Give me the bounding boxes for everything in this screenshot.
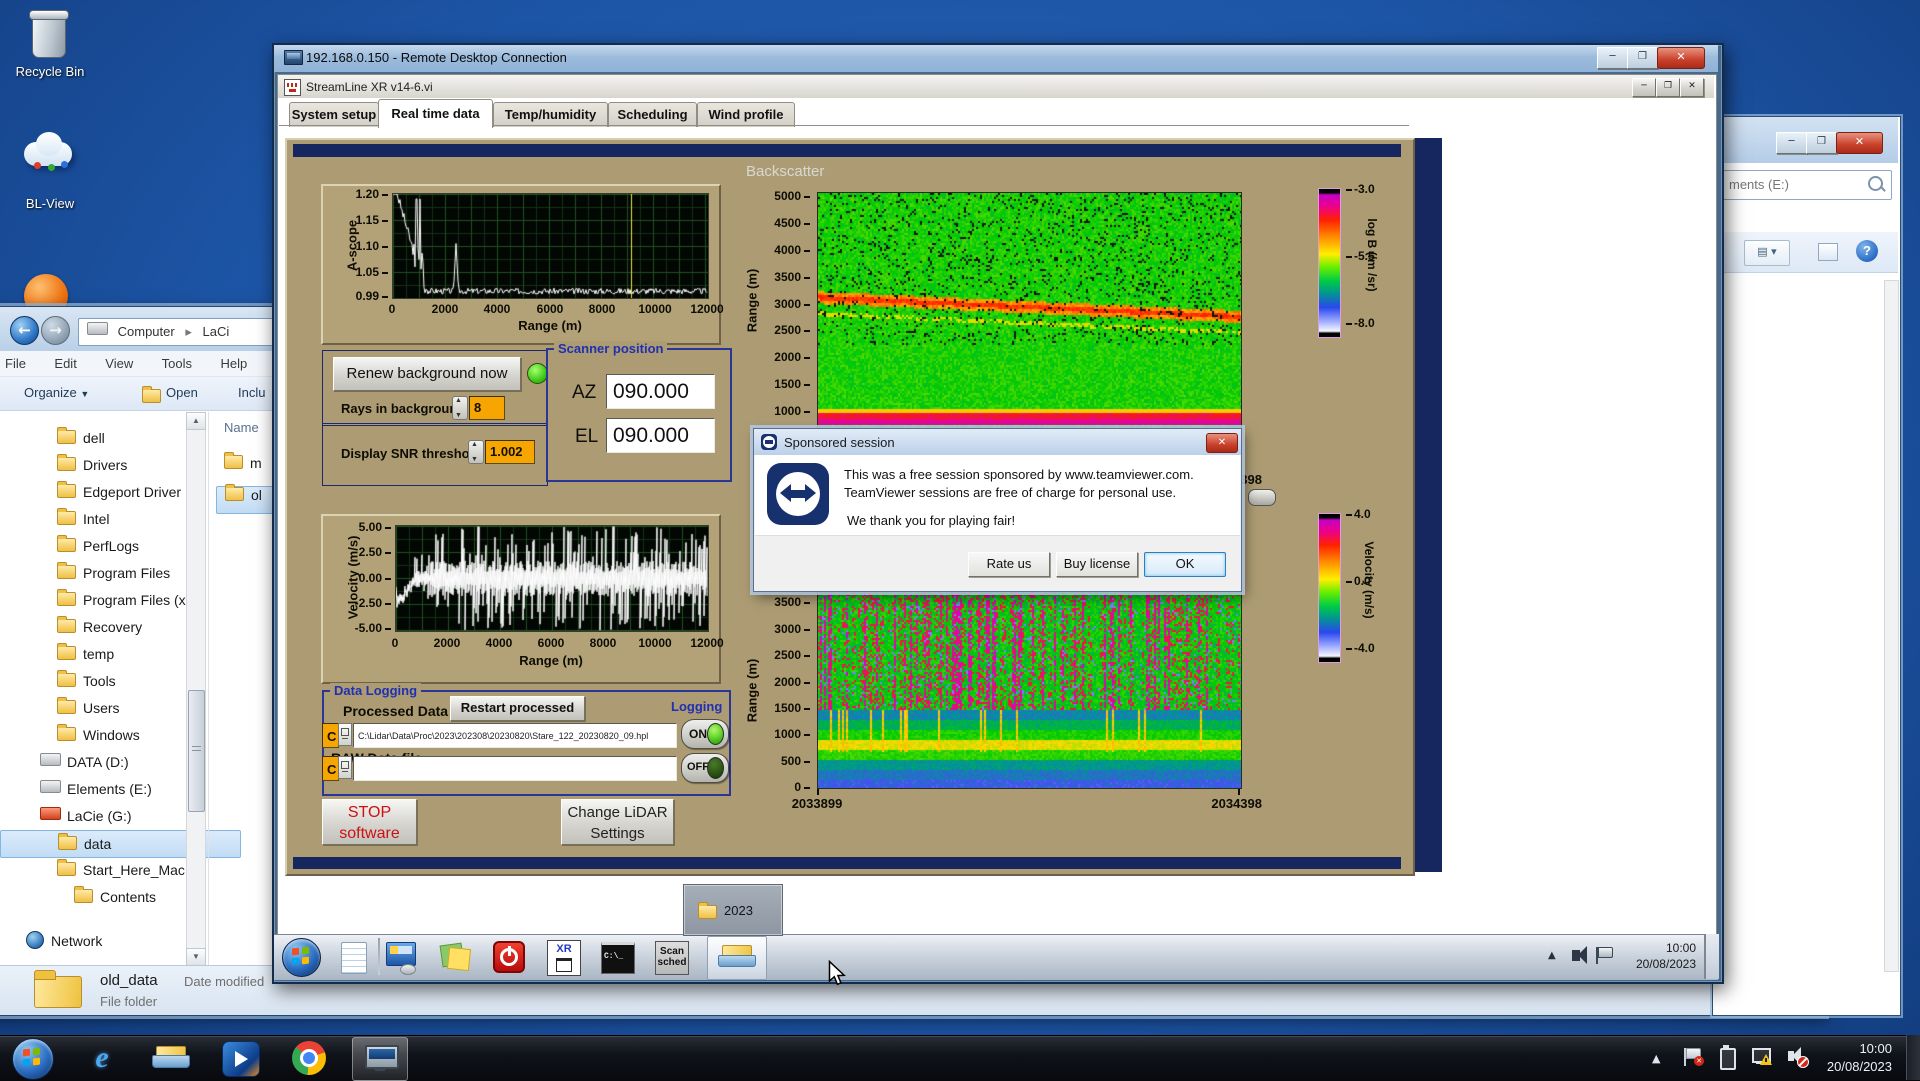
velocity-plot xyxy=(395,525,709,632)
processed-path-field[interactable]: C:\Lidar\Data\Proc\2023\202308\20230820\… xyxy=(353,723,677,748)
remote-flag-icon[interactable] xyxy=(1598,947,1613,958)
az-value-field[interactable]: 090.000 xyxy=(606,374,715,409)
dialog-line1: This was a free session sponsored by www… xyxy=(844,467,1194,482)
teamviewer-icon xyxy=(761,434,777,450)
backscatter-heatmap xyxy=(817,192,1242,467)
backscatter-colorbar-label: log B (/m /sr) xyxy=(1365,218,1379,292)
scanner-position-label: Scanner position xyxy=(554,341,668,356)
labview-close-button[interactable]: ✕ xyxy=(1680,78,1704,97)
remote-show-desktop[interactable] xyxy=(1704,934,1719,979)
backscatter-colorbar xyxy=(1318,188,1341,338)
change-lidar-settings-button[interactable]: Change LiDAR Settings xyxy=(561,799,674,845)
panel-top-band xyxy=(293,144,1401,157)
labview-restore-button[interactable]: ❐ xyxy=(1656,78,1680,97)
rdp-minimize-button[interactable]: ─ xyxy=(1597,47,1628,69)
ascope-ylabel: A-scope xyxy=(344,219,360,272)
snr-spinner[interactable] xyxy=(468,440,484,464)
path-type-icon[interactable] xyxy=(338,756,352,779)
velmap-x-left: 2033899 xyxy=(791,796,843,811)
remote-explorer-taskbar-button[interactable] xyxy=(707,936,767,980)
system-settings-icon[interactable] xyxy=(384,940,418,975)
remote-taskbar xyxy=(274,934,1718,980)
raw-drive-box[interactable]: C xyxy=(322,756,339,781)
scan-sched-icon[interactable]: Scan sched xyxy=(654,940,689,975)
renew-led-icon xyxy=(527,363,548,384)
processed-drive-box[interactable]: C xyxy=(322,723,339,748)
preview-label: 2023 xyxy=(724,903,753,918)
backscatter-ylabel: Range (m) xyxy=(744,268,760,333)
mouse-cursor xyxy=(828,960,846,986)
off-lamp-icon xyxy=(707,757,724,779)
remote-tray-up-icon[interactable]: ▲ xyxy=(1548,950,1556,961)
rays-spinner[interactable] xyxy=(452,396,468,420)
ascope-plot xyxy=(392,193,709,299)
ascope-xlabel: Range (m) xyxy=(518,318,582,333)
notepad-icon[interactable] xyxy=(336,940,370,974)
velmap-left-tickmark xyxy=(817,789,819,795)
velocity-ylabel: Velocity (m/s) xyxy=(345,535,361,620)
teamviewer-logo xyxy=(767,463,829,525)
buy-license-button[interactable]: Buy license xyxy=(1056,552,1138,577)
raw-logging-toggle[interactable]: OFF xyxy=(681,753,729,783)
labview-xr-icon[interactable]: XR xyxy=(546,940,581,976)
rdp-maximize-button[interactable]: ❐ xyxy=(1627,47,1658,69)
cmd-icon[interactable]: C:\_ xyxy=(600,940,635,974)
tab-wind-profile[interactable]: Wind profile xyxy=(697,102,795,127)
dialog-line3: We thank you for playing fair! xyxy=(847,513,1016,528)
rdp-close-button[interactable]: ✕ xyxy=(1657,47,1705,69)
snr-value-field[interactable]: 1.002 xyxy=(485,440,535,464)
map-slider-knob[interactable] xyxy=(1248,489,1276,506)
labview-titlebar[interactable] xyxy=(278,75,1714,98)
backscatter-title: Backscatter xyxy=(746,163,825,180)
scanner-position-group xyxy=(546,348,732,482)
tab-temp-humidity[interactable]: Temp/humidity xyxy=(493,102,608,127)
remote-start-button[interactable] xyxy=(282,938,321,977)
taskbar-preview-2023[interactable]: 2023 xyxy=(683,884,783,936)
rdp-icon xyxy=(284,50,303,65)
folder-icon xyxy=(698,902,717,919)
labview-minimize-button[interactable]: ─ xyxy=(1632,78,1656,97)
rays-value-field[interactable]: 8 xyxy=(469,396,505,420)
velocity-xlabel: Range (m) xyxy=(519,653,583,668)
labview-title: StreamLine XR v14-6.vi xyxy=(306,80,433,94)
remote-clock-date[interactable]: 20/08/2023 xyxy=(1616,957,1696,971)
az-label: AZ xyxy=(572,382,597,403)
raw-path-field[interactable] xyxy=(353,756,677,781)
stop-software-button[interactable]: STOP software xyxy=(322,799,417,845)
labview-vi-icon xyxy=(284,79,301,96)
velmap-x-right: 2034398 xyxy=(1211,796,1262,811)
stop-vi-icon[interactable] xyxy=(492,940,526,974)
ok-button[interactable]: OK xyxy=(1144,552,1226,577)
tab-system-setup[interactable]: System setup xyxy=(289,102,379,127)
velocity-colorbar-label: Velocity (m/s) xyxy=(1362,541,1376,619)
panel-right-band xyxy=(1415,138,1442,872)
sponsored-session-dialog: Sponsored session ✕ This was a free sess… xyxy=(753,428,1242,592)
tab-real-time-data[interactable]: Real time data xyxy=(378,99,493,128)
sticky-notes-icon[interactable] xyxy=(438,940,472,974)
dialog-line2: TeamViewer sessions are free of charge f… xyxy=(844,485,1177,500)
panel-bottom-band xyxy=(293,857,1401,869)
renew-background-button[interactable]: Renew background now xyxy=(333,357,521,391)
logging-label: Logging xyxy=(671,699,723,714)
remote-clock-time[interactable]: 10:00 xyxy=(1626,941,1696,955)
path-type-icon[interactable] xyxy=(338,723,352,746)
data-logging-label: Data Logging xyxy=(330,683,422,698)
velmap-right-tickmark xyxy=(1238,789,1240,795)
velocity-colorbar xyxy=(1318,513,1341,663)
tab-scheduling[interactable]: Scheduling xyxy=(608,102,697,127)
rdp-title: 192.168.0.150 - Remote Desktop Connectio… xyxy=(306,50,567,65)
el-label: EL xyxy=(575,426,599,447)
processed-logging-toggle[interactable]: ON xyxy=(681,719,729,749)
on-lamp-icon xyxy=(707,723,724,745)
rate-us-button[interactable]: Rate us xyxy=(968,552,1050,577)
velocity-map-ylabel: Range (m) xyxy=(744,658,760,723)
restart-processed-button[interactable]: Restart processed file xyxy=(450,696,585,737)
taskbar-separator xyxy=(378,938,380,975)
el-value-field[interactable]: 090.000 xyxy=(606,418,715,453)
dialog-title: Sponsored session xyxy=(784,435,895,450)
snr-label: Display SNR threshold xyxy=(341,446,482,461)
dialog-close-button[interactable]: ✕ xyxy=(1206,433,1238,453)
rays-label: Rays in background xyxy=(341,401,466,416)
